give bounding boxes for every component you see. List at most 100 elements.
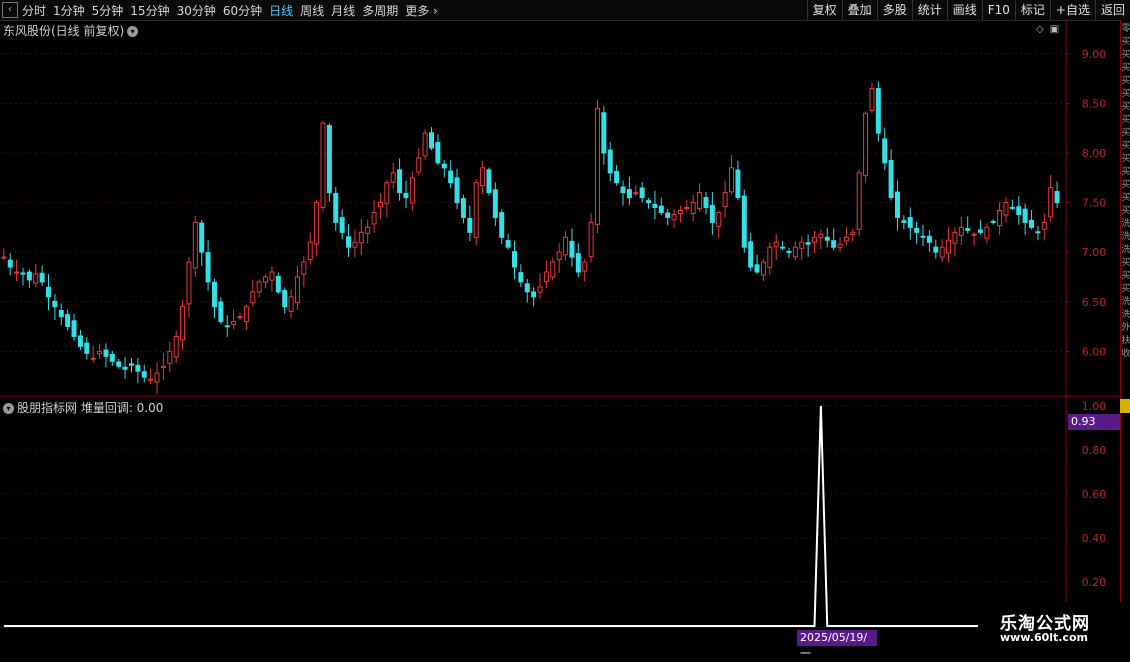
candle-body: [990, 220, 996, 223]
side-strip-glyph: 买: [1121, 89, 1130, 99]
candle-body: [320, 122, 326, 209]
candle-body: [288, 296, 294, 312]
indicator-y-tick-label: 1.00: [1082, 400, 1107, 413]
y-tick-label: 8.00: [1082, 147, 1107, 160]
side-indicator-marker: [1120, 399, 1130, 413]
side-strip-glyph: 买: [1121, 141, 1130, 151]
candle-body: [1022, 208, 1028, 223]
toolbar-button-7[interactable]: +自选: [1049, 0, 1095, 20]
period-tab-3[interactable]: 15分钟: [130, 2, 169, 19]
candlestick-series: [1, 81, 1060, 395]
period-tab-10[interactable]: 更多 ›: [405, 2, 438, 19]
candle-body: [307, 241, 313, 260]
chevron-down-icon[interactable]: ▾: [3, 403, 14, 414]
candle-body: [805, 242, 811, 245]
candle-body: [314, 202, 320, 245]
side-strip-glyph: 洗: [1121, 219, 1130, 229]
candle-body: [505, 240, 511, 248]
period-tabs: 分时 1分钟 5分钟 15分钟 30分钟 60分钟 日线 周线 月线 多周期 更多 ›: [22, 0, 445, 20]
candle-body: [920, 235, 926, 238]
candle-body: [237, 316, 243, 319]
candle-body: [52, 300, 58, 308]
candle-body: [84, 342, 90, 354]
candle-body: [148, 378, 154, 381]
candle-body: [390, 172, 396, 183]
candle-body: [888, 159, 894, 199]
side-info-strip[interactable]: 零买买买买买买买买买买买买买买洗洗洗买买买洗洗外扶收: [1120, 20, 1130, 628]
side-strip-glyph: 洗: [1121, 232, 1130, 242]
back-arrow-icon[interactable]: ‹: [2, 2, 18, 18]
toolbar-button-3[interactable]: 统计: [911, 0, 947, 20]
candle-body: [652, 203, 658, 209]
candle-body: [7, 259, 13, 268]
chart-area[interactable]: 6.00 6.50 7.00 7.50 8.00 8.50 9.00 0.20 0.40 0.60…: [0, 20, 1120, 628]
candle-body: [869, 87, 875, 112]
candle-body: [780, 246, 786, 249]
candle-body: [180, 306, 186, 341]
period-tab-1[interactable]: 1分钟: [53, 2, 85, 19]
candle-body: [486, 169, 492, 194]
indicator-value-badge: 0.93: [1068, 414, 1120, 430]
toolbar-button-2[interactable]: 多股: [876, 0, 912, 20]
candle-body: [365, 226, 371, 234]
candle-body: [167, 350, 173, 364]
y-tick-label: 7.50: [1082, 197, 1107, 210]
period-tab-7[interactable]: 周线: [300, 2, 324, 19]
candle-body: [556, 251, 562, 260]
axis-layer: 6.00 6.50 7.00 7.50 8.00 8.50 9.00 0.20 0.40 0.60…: [0, 20, 1120, 628]
period-tab-8[interactable]: 月线: [331, 2, 355, 19]
indicator-title[interactable]: ▾ 股朋指标网 堆量回调: 0.00: [3, 399, 163, 416]
candle-body: [128, 363, 134, 366]
period-tab-9[interactable]: 多周期: [362, 2, 398, 19]
candle-body: [39, 272, 45, 283]
toolbar-button-5[interactable]: F10: [981, 0, 1015, 20]
candle-body: [843, 236, 849, 242]
toolbar-button-8[interactable]: 返回: [1094, 0, 1130, 20]
indicator-series: [3, 405, 1058, 627]
toolbar-button-0[interactable]: 复权: [806, 0, 842, 20]
side-strip-glyph: 洗: [1121, 297, 1130, 307]
candle-body: [448, 170, 454, 184]
candle-body: [914, 227, 920, 233]
side-strip-glyph: 收: [1121, 349, 1130, 359]
candle-body: [1009, 206, 1015, 209]
candle-body: [697, 192, 703, 209]
candle-body: [716, 211, 722, 227]
candle-body: [282, 289, 288, 308]
period-tab-6[interactable]: 日线: [269, 2, 293, 19]
indicator-y-tick-label: 0.40: [1082, 532, 1107, 545]
period-tab-4[interactable]: 30分钟: [177, 2, 216, 19]
candle-body: [26, 271, 32, 281]
candle-body: [33, 273, 39, 284]
candle-body: [786, 250, 792, 253]
candle-body: [971, 233, 977, 236]
period-tab-5[interactable]: 60分钟: [223, 2, 262, 19]
candle-body: [875, 88, 881, 134]
candle-body: [218, 301, 224, 323]
indicator-y-tick-label: 0.80: [1082, 444, 1107, 457]
candle-body: [20, 272, 26, 275]
period-tab-2[interactable]: 5分钟: [92, 2, 124, 19]
period-tab-0[interactable]: 分时: [22, 2, 46, 19]
candle-body: [677, 209, 683, 215]
candle-body: [799, 241, 805, 249]
toolbar-button-6[interactable]: 标记: [1014, 0, 1050, 20]
y-tick-label: 6.50: [1082, 296, 1107, 309]
candle-body: [429, 132, 435, 149]
y-tick-label: 6.00: [1082, 345, 1107, 358]
candle-body: [856, 172, 862, 230]
y-tick-label: 9.00: [1082, 48, 1107, 61]
cursor-date-badge: 2025/05/19/一: [797, 630, 877, 660]
toolbar-button-1[interactable]: 叠加: [841, 0, 877, 20]
candle-body: [933, 246, 939, 253]
candle-body: [384, 182, 390, 204]
toolbar-button-4[interactable]: 画线: [946, 0, 982, 20]
candle-body: [946, 239, 952, 254]
candle-body: [588, 221, 594, 258]
indicator-y-tick-label: 0.60: [1082, 488, 1107, 501]
candle-body: [812, 236, 818, 243]
candle-body: [358, 231, 364, 244]
candle-body: [205, 252, 211, 283]
candle-body: [658, 205, 664, 213]
candle-body: [103, 349, 109, 357]
